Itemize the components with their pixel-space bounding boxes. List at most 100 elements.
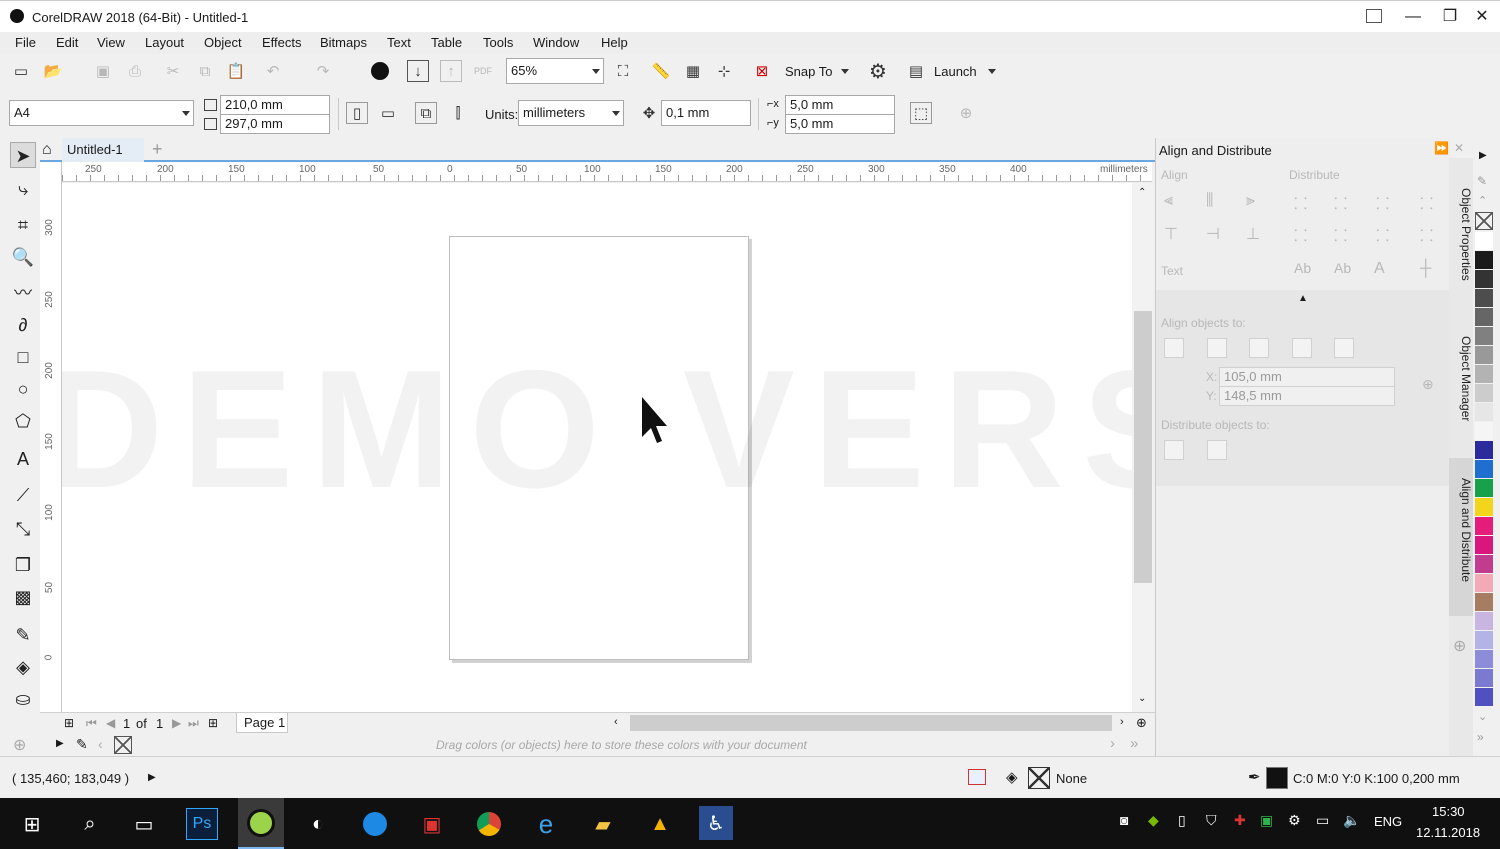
snap-off-icon[interactable]: ⊠ bbox=[751, 60, 773, 82]
color-swatch[interactable] bbox=[1475, 612, 1493, 630]
fill-bucket-icon[interactable]: ◈ bbox=[1006, 768, 1018, 786]
next-page-icon[interactable]: ▶ bbox=[172, 716, 181, 730]
tray-volume-icon[interactable]: 🔈 bbox=[1343, 812, 1360, 829]
home-icon[interactable]: ⌂ bbox=[42, 141, 52, 159]
artistic-media-tool-icon[interactable]: ∂ bbox=[10, 312, 36, 338]
snap-to-dropdown[interactable]: Snap To bbox=[785, 64, 832, 79]
color-swatch[interactable] bbox=[1475, 289, 1493, 307]
undo-icon[interactable]: ↶ bbox=[262, 60, 284, 82]
align-left-icon[interactable]: ⫷ bbox=[1164, 192, 1173, 210]
maximize-button[interactable]: ❐ bbox=[1435, 7, 1465, 27]
align-to-active-object-icon[interactable] bbox=[1164, 338, 1184, 358]
distribute-to-selection-icon[interactable] bbox=[1164, 440, 1184, 460]
tab-untitled-1[interactable]: Untitled-1 bbox=[62, 138, 144, 162]
menu-help[interactable]: Help bbox=[601, 35, 628, 50]
minimize-button[interactable]: — bbox=[1398, 7, 1428, 27]
nudge-distance-field[interactable]: 0,1 mm bbox=[661, 100, 751, 126]
align-to-grid-icon[interactable] bbox=[1292, 338, 1312, 358]
page-size-select[interactable]: A4 bbox=[9, 100, 194, 126]
menu-tools[interactable]: Tools bbox=[483, 35, 513, 50]
vertical-scrollbar[interactable]: ⌃ ⌄ bbox=[1133, 183, 1153, 712]
edge-icon[interactable]: e bbox=[528, 806, 564, 842]
search-content-icon[interactable] bbox=[369, 60, 391, 82]
freehand-tool-icon[interactable]: 〰 bbox=[10, 280, 36, 306]
text-bounding-box-icon[interactable]: A bbox=[1374, 260, 1385, 278]
crop-tool-icon[interactable]: ⌗ bbox=[10, 212, 36, 238]
zoom-level-select[interactable]: 65% bbox=[506, 58, 604, 84]
copy-icon[interactable]: ⧉ bbox=[194, 60, 216, 82]
align-to-page-edge-icon[interactable] bbox=[1249, 338, 1269, 358]
scroll-left-icon[interactable]: ‹ bbox=[614, 716, 618, 728]
align-to-point-icon[interactable] bbox=[1334, 338, 1354, 358]
align-top-icon[interactable]: ⊤ bbox=[1164, 224, 1178, 244]
horizontal-ruler[interactable]: 250 200 150 100 50 0 50 100 150 200 250 … bbox=[62, 162, 1152, 182]
text-tool-icon[interactable]: A bbox=[10, 446, 36, 472]
align-to-selection-icon[interactable] bbox=[1207, 338, 1227, 358]
align-bottom-icon[interactable]: ⊥ bbox=[1246, 224, 1260, 244]
align-x-field[interactable]: 105,0 mm bbox=[1219, 367, 1395, 387]
color-swatch[interactable] bbox=[1475, 669, 1493, 687]
scroll-right-icon[interactable]: › bbox=[1120, 716, 1124, 728]
launch-icon[interactable]: ▤ bbox=[905, 60, 927, 82]
clock-date[interactable]: 12.11.2018 bbox=[1416, 825, 1480, 840]
show-guidelines-icon[interactable]: ⊹ bbox=[713, 60, 735, 82]
no-color-swatch-icon[interactable] bbox=[114, 736, 132, 754]
full-screen-preview-icon[interactable]: ⛶ bbox=[612, 60, 634, 82]
input-language[interactable]: ENG bbox=[1374, 814, 1402, 829]
color-swatch[interactable] bbox=[1475, 555, 1493, 573]
distribute-spacing-h-icon[interactable]: ⸬ bbox=[1376, 192, 1389, 214]
tray-green-app-icon[interactable]: ▣ bbox=[1260, 812, 1273, 829]
text-outline-icon[interactable]: ┼ bbox=[1420, 260, 1431, 278]
color-proof-icon[interactable] bbox=[968, 769, 986, 785]
menu-window[interactable]: Window bbox=[533, 35, 579, 50]
tray-network-icon[interactable]: ▭ bbox=[1316, 812, 1329, 829]
add-docker-icon[interactable]: ⊕ bbox=[1453, 636, 1466, 656]
first-page-icon[interactable]: ⏮ bbox=[86, 716, 97, 731]
distribute-bottom-icon[interactable]: ⸬ bbox=[1420, 224, 1433, 246]
eyedropper-tool-icon[interactable]: ✎ bbox=[10, 622, 36, 648]
treat-as-filled-icon[interactable]: ⬚ bbox=[910, 102, 932, 124]
text-first-baseline-icon[interactable]: Ab bbox=[1294, 260, 1311, 276]
connector-tool-icon[interactable]: ⤡ bbox=[10, 516, 36, 542]
palette-flyout-icon[interactable]: ▶ bbox=[1479, 150, 1487, 161]
redo-icon[interactable]: ↷ bbox=[312, 60, 334, 82]
smart-fill-tool-icon[interactable]: ⛀ bbox=[10, 686, 36, 712]
shape-tool-icon[interactable]: ⤷ bbox=[10, 176, 36, 202]
distribute-center-h-icon[interactable]: ⸬ bbox=[1334, 192, 1347, 214]
clock-time[interactable]: 15:30 bbox=[1432, 804, 1465, 819]
scroll-down-icon[interactable]: ⌄ bbox=[1138, 693, 1146, 704]
menu-view[interactable]: View bbox=[97, 35, 125, 50]
vertical-ruler[interactable]: 300 250 200 150 100 50 0 bbox=[40, 162, 62, 712]
pick-point-icon[interactable]: ⊕ bbox=[1422, 376, 1434, 393]
transparency-tool-icon[interactable]: ▩ bbox=[10, 584, 36, 610]
align-y-field[interactable]: 148,5 mm bbox=[1219, 386, 1395, 406]
drop-shadow-tool-icon[interactable]: ❐ bbox=[10, 552, 36, 578]
palette-scroll-down-icon[interactable]: ⌄ bbox=[1478, 710, 1487, 723]
save-icon[interactable]: ▣ bbox=[92, 60, 114, 82]
close-button[interactable]: ✕ bbox=[1467, 7, 1497, 27]
print-icon[interactable]: ⎙ bbox=[124, 60, 146, 82]
rectangle-tool-icon[interactable]: □ bbox=[10, 344, 36, 370]
save-app-icon[interactable]: ▣ bbox=[414, 806, 450, 842]
profile-icon[interactable] bbox=[1366, 9, 1382, 23]
last-page-icon[interactable]: ⏭ bbox=[188, 716, 199, 731]
duplicate-x-field[interactable]: 5,0 mm bbox=[785, 95, 895, 115]
horizontal-scroll-thumb[interactable] bbox=[630, 715, 1112, 731]
distribute-center-v-icon[interactable]: ⸬ bbox=[1334, 224, 1347, 246]
add-palette-icon[interactable]: ⊕ bbox=[13, 735, 26, 755]
color-swatch[interactable] bbox=[1475, 536, 1493, 554]
color-swatch[interactable] bbox=[1475, 308, 1493, 326]
tab-align-and-distribute[interactable]: Align and Distribute bbox=[1449, 458, 1473, 616]
palette-scroll-right-icon[interactable]: › bbox=[1110, 735, 1115, 752]
active-app-icon[interactable]: ♿ bbox=[699, 806, 733, 840]
menu-layout[interactable]: Layout bbox=[145, 35, 184, 50]
tab-object-properties[interactable]: Object Properties bbox=[1449, 168, 1473, 298]
color-swatch[interactable] bbox=[1475, 251, 1493, 269]
distribute-left-icon[interactable]: ⸬ bbox=[1294, 192, 1307, 214]
export-icon[interactable]: ↑ bbox=[440, 60, 462, 82]
portrait-orientation-icon[interactable]: ▯ bbox=[346, 102, 368, 124]
photoshop-icon[interactable]: Ps bbox=[186, 808, 218, 840]
align-right-icon[interactable]: ⫸ bbox=[1246, 192, 1255, 210]
color-swatch[interactable] bbox=[1475, 232, 1493, 250]
warning-app-icon[interactable]: ▲ bbox=[642, 806, 678, 842]
